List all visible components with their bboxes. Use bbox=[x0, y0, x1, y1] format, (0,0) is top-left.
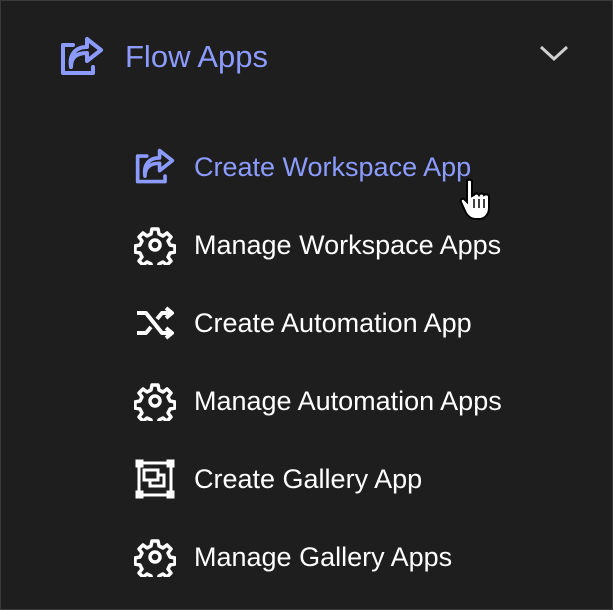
hand-pointer-cursor-icon bbox=[459, 178, 490, 220]
gear-icon bbox=[134, 227, 176, 265]
flow-apps-title: Flow Apps bbox=[125, 39, 269, 74]
gear-icon bbox=[134, 383, 176, 421]
shuffle-icon bbox=[137, 306, 174, 340]
share-icon bbox=[61, 37, 103, 75]
menu-item-label: Manage Gallery Apps bbox=[194, 541, 453, 572]
menu-item-manage-gallery-apps[interactable]: Manage Gallery Apps bbox=[134, 537, 452, 577]
menu-item-manage-automation-apps[interactable]: Manage Automation Apps bbox=[134, 381, 502, 421]
menu-panel: Flow Apps Create Workspace App Manage Wo… bbox=[0, 0, 613, 610]
menu-item-manage-workspace-apps[interactable]: Manage Workspace Apps bbox=[134, 225, 501, 265]
flow-apps-menu-header[interactable]: Flow Apps bbox=[59, 31, 579, 83]
menu-item-create-gallery-app[interactable]: Create Gallery App bbox=[134, 459, 422, 499]
menu-item-create-automation-app[interactable]: Create Automation App bbox=[134, 303, 472, 343]
gear-icon bbox=[134, 539, 176, 577]
share-icon bbox=[135, 148, 175, 184]
menu-item-label: Create Gallery App bbox=[194, 463, 423, 494]
chevron-down-icon[interactable] bbox=[539, 43, 569, 63]
gallery-icon bbox=[135, 459, 175, 499]
menu-item-label: Manage Workspace Apps bbox=[194, 229, 502, 260]
menu-item-create-workspace-app[interactable]: Create Workspace App bbox=[134, 147, 471, 187]
menu-item-label: Manage Automation Apps bbox=[194, 385, 502, 416]
menu-item-label: Create Automation App bbox=[194, 307, 472, 338]
menu-item-label: Create Workspace App bbox=[194, 151, 472, 182]
